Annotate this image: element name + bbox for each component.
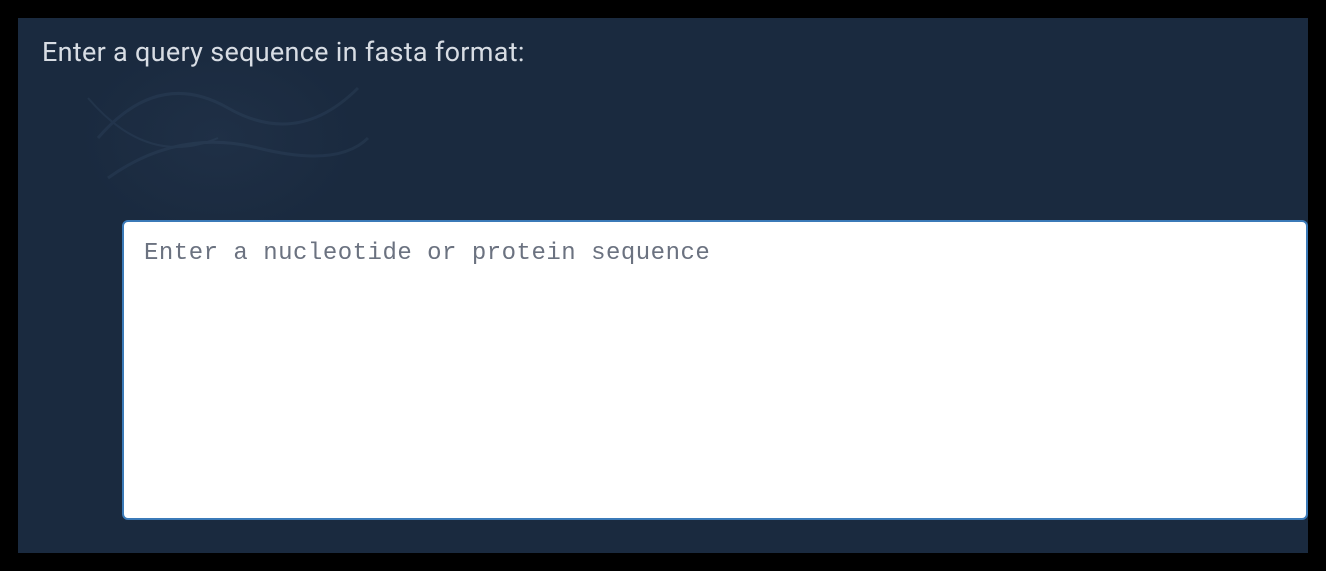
sequence-input[interactable] <box>122 220 1308 520</box>
background-decoration <box>68 48 388 228</box>
textarea-container <box>122 220 1308 524</box>
sequence-input-label: Enter a query sequence in fasta format: <box>42 36 1308 68</box>
query-panel: Enter a query sequence in fasta format: <box>18 18 1308 553</box>
